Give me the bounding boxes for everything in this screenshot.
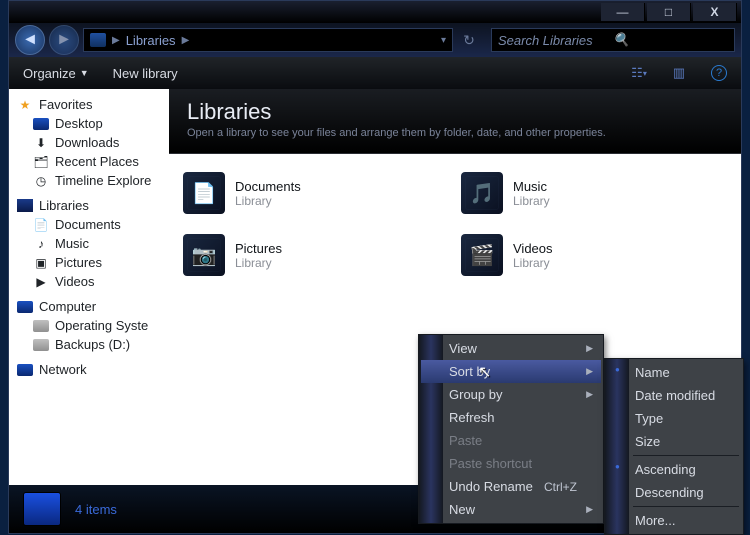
menu-item-sort-by[interactable]: Sort by▶ bbox=[421, 360, 601, 383]
breadcrumb-label: Libraries bbox=[126, 33, 176, 48]
breadcrumb[interactable]: ▶ Libraries ▶ ▾ bbox=[83, 28, 453, 52]
menu-item-view[interactable]: View▶ bbox=[421, 337, 601, 360]
menu-item-new[interactable]: New▶ bbox=[421, 498, 601, 521]
help-button[interactable]: ? bbox=[711, 65, 727, 81]
library-item-pictures[interactable]: 📷 Pictures Library bbox=[183, 234, 449, 276]
menu-item-undo-rename[interactable]: Undo RenameCtrl+Z bbox=[421, 475, 601, 498]
search-input[interactable]: Search Libraries 🔍 bbox=[491, 28, 735, 52]
status-text: 4 items bbox=[75, 502, 117, 517]
library-icon: 📷 bbox=[183, 234, 225, 276]
sidebar-item-documents[interactable]: 📄Documents bbox=[9, 215, 169, 234]
documents-icon: 📄 bbox=[33, 218, 49, 232]
content-header: Libraries Open a library to see your fil… bbox=[169, 89, 741, 154]
back-button[interactable]: ◄ bbox=[15, 25, 45, 55]
libraries-icon bbox=[17, 199, 33, 212]
menu-item-refresh[interactable]: Refresh bbox=[421, 406, 601, 429]
sidebar-item-backups[interactable]: Backups (D:) bbox=[9, 335, 169, 354]
videos-icon: ▶ bbox=[33, 275, 49, 289]
sidebar-network-header[interactable]: Network bbox=[9, 360, 169, 379]
sidebar-item-timeline[interactable]: ◷Timeline Explore bbox=[9, 171, 169, 190]
refresh-button[interactable]: ↻ bbox=[457, 28, 481, 52]
chevron-right-icon: ▶ bbox=[112, 35, 120, 46]
breadcrumb-dropdown-icon[interactable]: ▾ bbox=[441, 35, 446, 46]
libraries-icon bbox=[90, 33, 106, 47]
sidebar-item-videos[interactable]: ▶Videos bbox=[9, 272, 169, 291]
preview-pane-button[interactable]: ▥ bbox=[671, 65, 687, 81]
menu-item-paste: Paste bbox=[421, 429, 601, 452]
library-name: Music bbox=[513, 179, 550, 194]
sort-item-type[interactable]: Type bbox=[607, 407, 741, 430]
sidebar-computer-header[interactable]: Computer bbox=[9, 297, 169, 316]
library-name: Videos bbox=[513, 241, 553, 256]
sidebar-item-downloads[interactable]: ⬇Downloads bbox=[9, 133, 169, 152]
computer-icon bbox=[17, 301, 33, 313]
library-sublabel: Library bbox=[513, 194, 550, 208]
network-icon bbox=[17, 364, 33, 376]
sidebar-item-osdrive[interactable]: Operating Syste bbox=[9, 316, 169, 335]
recent-icon: 🗂 bbox=[33, 155, 49, 169]
chevron-right-icon: ▶ bbox=[182, 35, 190, 46]
sort-item-name[interactable]: Name bbox=[607, 361, 741, 384]
library-sublabel: Library bbox=[513, 256, 553, 270]
maximize-button[interactable]: □ bbox=[647, 3, 691, 21]
navbar: ◄ ► ▶ Libraries ▶ ▾ ↻ Search Libraries 🔍 bbox=[9, 23, 741, 57]
drive-icon bbox=[33, 320, 49, 332]
downloads-icon: ⬇ bbox=[33, 136, 49, 150]
minimize-button[interactable]: — bbox=[601, 3, 645, 21]
sort-item-descending[interactable]: Descending bbox=[607, 481, 741, 504]
sidebar: ★Favorites Desktop ⬇Downloads 🗂Recent Pl… bbox=[9, 89, 169, 519]
sort-by-submenu[interactable]: NameDate modifiedTypeSize AscendingDescen… bbox=[604, 358, 744, 535]
pictures-icon: ▣ bbox=[33, 256, 49, 270]
sort-item-size[interactable]: Size bbox=[607, 430, 741, 453]
library-icon: 🎬 bbox=[461, 234, 503, 276]
library-item-videos[interactable]: 🎬 Videos Library bbox=[461, 234, 727, 276]
new-library-button[interactable]: New library bbox=[113, 66, 178, 81]
sort-item-date-modified[interactable]: Date modified bbox=[607, 384, 741, 407]
menu-item-group-by[interactable]: Group by▶ bbox=[421, 383, 601, 406]
view-options-button[interactable]: ☷ ▾ bbox=[631, 65, 647, 81]
music-icon: ♪ bbox=[33, 237, 49, 251]
page-subtitle: Open a library to see your files and arr… bbox=[187, 127, 723, 139]
desktop-icon bbox=[33, 118, 49, 130]
sidebar-item-desktop[interactable]: Desktop bbox=[9, 114, 169, 133]
library-icon: 📄 bbox=[183, 172, 225, 214]
status-icon bbox=[23, 492, 61, 526]
library-sublabel: Library bbox=[235, 256, 282, 270]
organize-menu[interactable]: Organize▼ bbox=[23, 66, 89, 81]
sidebar-item-music[interactable]: ♪Music bbox=[9, 234, 169, 253]
search-icon: 🔍 bbox=[613, 32, 728, 48]
titlebar: — □ X bbox=[9, 1, 741, 23]
menu-item-paste-shortcut: Paste shortcut bbox=[421, 452, 601, 475]
forward-button[interactable]: ► bbox=[49, 25, 79, 55]
sidebar-item-recent[interactable]: 🗂Recent Places bbox=[9, 152, 169, 171]
clock-icon: ◷ bbox=[33, 174, 49, 188]
sidebar-libraries-header[interactable]: Libraries bbox=[9, 196, 169, 215]
close-button[interactable]: X bbox=[693, 3, 737, 21]
sidebar-item-pictures[interactable]: ▣Pictures bbox=[9, 253, 169, 272]
context-menu[interactable]: View▶Sort by▶Group by▶RefreshPastePaste … bbox=[418, 334, 604, 524]
sort-item-ascending[interactable]: Ascending bbox=[607, 458, 741, 481]
library-name: Documents bbox=[235, 179, 301, 194]
library-item-documents[interactable]: 📄 Documents Library bbox=[183, 172, 449, 214]
sort-item-more-[interactable]: More... bbox=[607, 509, 741, 532]
library-sublabel: Library bbox=[235, 194, 301, 208]
sidebar-favorites-header[interactable]: ★Favorites bbox=[9, 95, 169, 114]
page-title: Libraries bbox=[187, 99, 723, 125]
library-icon: 🎵 bbox=[461, 172, 503, 214]
star-icon: ★ bbox=[17, 98, 33, 112]
library-name: Pictures bbox=[235, 241, 282, 256]
toolbar: Organize▼ New library ☷ ▾ ▥ ? bbox=[9, 57, 741, 89]
search-placeholder: Search Libraries bbox=[498, 33, 613, 48]
library-item-music[interactable]: 🎵 Music Library bbox=[461, 172, 727, 214]
drive-icon bbox=[33, 339, 49, 351]
